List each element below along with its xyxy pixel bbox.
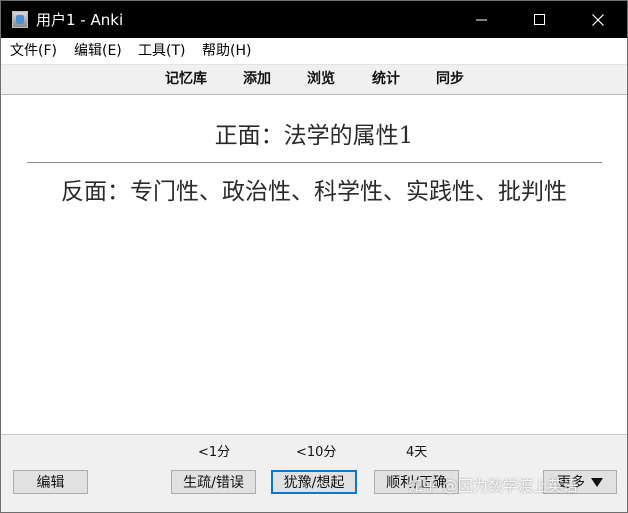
- maximize-icon: [534, 13, 545, 25]
- more-button[interactable]: 更多: [543, 470, 617, 494]
- card-answer-divider: [27, 162, 602, 163]
- minimize-button[interactable]: [453, 1, 511, 38]
- minimize-icon: [476, 19, 487, 20]
- edit-button[interactable]: 编辑: [13, 470, 88, 494]
- more-button-label: 更多: [557, 475, 585, 491]
- review-bottom-bar: <1分 <10分 4天 编辑 生疏/错误 犹豫/想起 顺利/正确 更多 知乎 @…: [1, 434, 627, 512]
- anki-app-icon: [12, 11, 28, 28]
- menu-bar: 文件(F) 编辑(E) 工具(T) 帮助(H): [1, 38, 627, 64]
- card-view: 正面：法学的属性1 反面：专门性、政治性、科学性、实践性、批判性: [1, 95, 627, 434]
- maximize-button[interactable]: [511, 1, 569, 38]
- anki-window: 用户1 - Anki 文件(F) 编辑(E) 工具(T) 帮助(H) 记忆库 添…: [0, 0, 628, 513]
- menu-file[interactable]: 文件(F): [10, 43, 57, 60]
- toolbar-sync[interactable]: 同步: [436, 71, 464, 88]
- title-bar: 用户1 - Anki: [1, 1, 627, 38]
- menu-tools[interactable]: 工具(T): [138, 43, 185, 60]
- toolbar-browse[interactable]: 浏览: [307, 71, 335, 88]
- dropdown-arrow-icon: [591, 477, 603, 487]
- answer-again-label: 生疏/错误: [183, 475, 244, 491]
- answer-good-label: 顺利/正确: [386, 475, 447, 491]
- main-toolbar: 记忆库 添加 浏览 统计 同步: [1, 64, 627, 95]
- edit-button-label: 编辑: [36, 475, 65, 491]
- answer-hard-label: 犹豫/想起: [283, 475, 345, 491]
- interval-hard: <10分: [296, 445, 337, 460]
- interval-again: <1分: [198, 445, 231, 460]
- window-title: 用户1 - Anki: [36, 11, 124, 29]
- card-front-text: 正面：法学的属性1: [214, 123, 414, 149]
- toolbar-add[interactable]: 添加: [243, 71, 271, 88]
- interval-good: 4天: [406, 445, 428, 460]
- answer-good-button[interactable]: 顺利/正确: [374, 470, 459, 494]
- card-back-text: 反面：专门性、政治性、科学性、实践性、批判性: [61, 179, 567, 205]
- toolbar-decks[interactable]: 记忆库: [165, 71, 207, 88]
- close-icon: [592, 13, 604, 26]
- menu-help[interactable]: 帮助(H): [202, 43, 251, 60]
- answer-hard-button[interactable]: 犹豫/想起: [271, 470, 357, 494]
- toolbar-stats[interactable]: 统计: [372, 71, 400, 88]
- close-button[interactable]: [569, 1, 627, 38]
- answer-again-button[interactable]: 生疏/错误: [171, 470, 256, 494]
- menu-edit[interactable]: 编辑(E): [74, 43, 122, 60]
